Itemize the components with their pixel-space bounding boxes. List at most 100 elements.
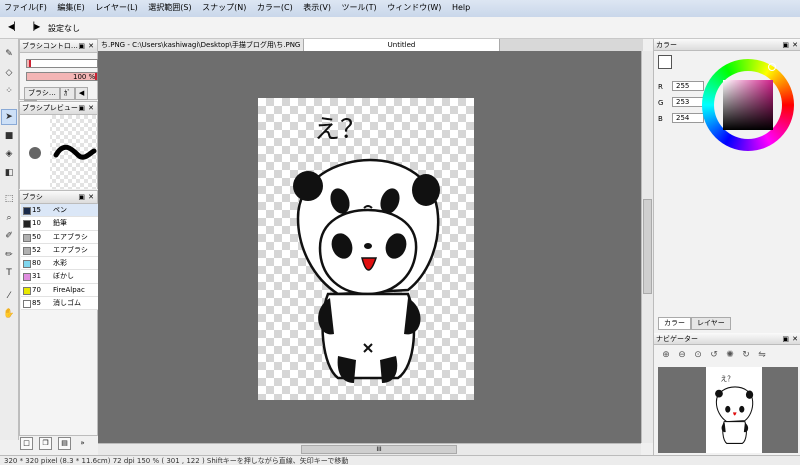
brush-name: エアブラシ xyxy=(53,245,88,254)
brush-list-panel: ブラシ ▣ ✕ 15 ペン 10 鉛筆 50 エアブラシ 52 エアブラシ 80 水彩 31 ぼかし 7… xyxy=(19,190,101,436)
menu-window[interactable]: ウィンドウ(W) xyxy=(383,0,445,13)
vertical-scroll-thumb[interactable] xyxy=(643,199,652,294)
brush-actions: □ ❐ ▤ » xyxy=(20,437,98,453)
menu-selection[interactable]: 選択範囲(S) xyxy=(144,0,195,13)
close-icon[interactable]: ✕ xyxy=(792,39,798,51)
brush-item[interactable]: 50 エアブラシ xyxy=(21,230,101,244)
brush-preview-title: ブラシプレビュー ▣ ✕ xyxy=(20,102,97,115)
select-pen-tool-icon[interactable]: ✏ xyxy=(2,248,16,262)
delete-brush-icon[interactable]: ▤ xyxy=(58,437,71,450)
zoom-out-icon[interactable]: ⊖ xyxy=(676,349,688,361)
pin-icon[interactable]: ▣ xyxy=(78,40,85,52)
brush-control-panel: ブラシコントロ… ▣ ✕ 15 100 % ブラシ…ｶﾞ◀▶ xyxy=(19,39,111,113)
zoom-fit-icon[interactable]: ⊙ xyxy=(692,349,704,361)
new-brush-icon[interactable]: □ xyxy=(20,437,33,450)
eraser-tool-icon[interactable]: ◇ xyxy=(2,66,16,80)
dots-tool-icon[interactable]: ⁘ xyxy=(2,84,16,98)
brush-color-swatch xyxy=(23,233,31,242)
status-bar: 320 * 320 pixel (8.3 * 11.6cm) 72 dpi 15… xyxy=(0,455,800,465)
brush-item[interactable]: 85 消しゴム xyxy=(21,297,101,311)
flip-icon[interactable]: ⇋ xyxy=(756,349,768,361)
pin-icon[interactable]: ▣ xyxy=(782,333,789,345)
brush-opacity-value: 100 % xyxy=(73,73,96,81)
close-icon[interactable]: ✕ xyxy=(88,102,94,114)
brush-color-swatch xyxy=(23,260,31,269)
tab-brush[interactable]: ブラシ… xyxy=(24,87,60,100)
foreground-color-swatch[interactable] xyxy=(658,55,672,69)
pin-icon[interactable]: ▣ xyxy=(78,191,85,203)
brush-name: 水彩 xyxy=(53,259,67,268)
more-icon[interactable]: » xyxy=(77,438,88,449)
horizontal-scroll-thumb[interactable]: III xyxy=(301,445,457,454)
menu-layer[interactable]: レイヤー(L) xyxy=(91,0,141,13)
menu-tool[interactable]: ツール(T) xyxy=(338,0,381,13)
menu-view[interactable]: 表示(V) xyxy=(299,0,335,13)
navigator-preview[interactable]: え？ xyxy=(658,367,798,453)
toolbar: ◀▏ ▕▶ 設定なし xyxy=(0,17,800,39)
pin-icon[interactable]: ▣ xyxy=(782,39,789,51)
hand-tool-icon[interactable]: ✋ xyxy=(2,307,16,321)
move-tool-icon[interactable]: ➤ xyxy=(1,109,17,125)
brush-opacity-knob[interactable] xyxy=(95,73,97,80)
tab-prev-icon[interactable]: ◀ xyxy=(74,87,89,100)
saturation-value-square[interactable] xyxy=(723,80,773,130)
green-input[interactable]: 253 xyxy=(672,97,704,107)
color-panel-title: カラー ▣ ✕ xyxy=(654,39,800,51)
snap-next-icon[interactable]: ▕▶ xyxy=(28,21,40,33)
lasso-tool-icon[interactable]: ⌕ xyxy=(2,211,16,225)
brush-list-title-text: ブラシ xyxy=(22,193,43,201)
tab-color[interactable]: カラー xyxy=(658,317,691,330)
menu-file[interactable]: ファイル(F) xyxy=(0,0,51,13)
tab-layer[interactable]: レイヤー xyxy=(691,317,731,330)
close-icon[interactable]: ✕ xyxy=(88,191,94,203)
brush-size-slider[interactable] xyxy=(26,59,98,68)
bucket-tool-icon[interactable]: ◈ xyxy=(2,147,16,161)
close-icon[interactable]: ✕ xyxy=(88,40,94,52)
rotate-left-icon[interactable]: ↺ xyxy=(708,349,720,361)
brush-item[interactable]: 15 ペン xyxy=(21,204,101,218)
text-tool-icon[interactable]: T xyxy=(2,266,16,280)
canvas-text: え？ xyxy=(314,115,366,145)
menu-edit[interactable]: 編集(E) xyxy=(53,0,88,13)
menu-color[interactable]: カラー(C) xyxy=(253,0,297,13)
snap-prev-icon[interactable]: ◀▏ xyxy=(8,21,20,33)
select-rect-tool-icon[interactable]: ⬚ xyxy=(2,192,16,206)
brush-color-swatch xyxy=(23,300,31,309)
menu-help[interactable]: Help xyxy=(448,1,474,12)
drawing-canvas[interactable]: え？ xyxy=(258,98,474,400)
brush-item[interactable]: 31 ぼかし xyxy=(21,270,101,284)
pen-tool-icon[interactable]: ✎ xyxy=(2,47,16,61)
close-icon[interactable]: ✕ xyxy=(792,333,798,345)
eyedropper-tool-icon[interactable]: ⁄ xyxy=(2,289,16,303)
fill-rect-tool-icon[interactable]: ■ xyxy=(2,129,16,143)
gradient-tool-icon[interactable]: ◧ xyxy=(2,166,16,180)
navigator-thumb-text: え？ xyxy=(721,375,734,383)
brush-control-title-text: ブラシコントロ… xyxy=(22,42,78,50)
zoom-in-icon[interactable]: ⊕ xyxy=(660,349,672,361)
blue-input[interactable]: 254 xyxy=(672,113,704,123)
brush-item[interactable]: 70 FireAlpac xyxy=(21,283,101,298)
vertical-scrollbar[interactable] xyxy=(641,51,653,443)
tab-document-file[interactable]: ち.PNG - C:\Users\kashiwagi\Desktop\手描ブログ… xyxy=(98,39,304,51)
hue-marker[interactable] xyxy=(768,63,776,71)
tab-document-untitled[interactable]: Untitled xyxy=(304,39,500,51)
magic-wand-tool-icon[interactable]: ✐ xyxy=(2,229,16,243)
tab-other[interactable]: ｶﾞ xyxy=(59,87,75,100)
color-wheel[interactable] xyxy=(702,59,794,151)
brush-item[interactable]: 52 エアブラシ xyxy=(21,243,101,258)
brush-item[interactable]: 10 鉛筆 xyxy=(21,217,101,231)
red-input[interactable]: 255 xyxy=(672,81,704,91)
panda-drawing[interactable]: え？ xyxy=(258,98,474,400)
brush-size: 10 xyxy=(32,219,41,228)
rotate-reset-icon[interactable]: ✺ xyxy=(724,349,736,361)
brush-item[interactable]: 80 水彩 xyxy=(21,257,101,271)
copy-brush-icon[interactable]: ❐ xyxy=(39,437,52,450)
snap-setting-label[interactable]: 設定なし xyxy=(48,23,80,34)
brush-size-knob[interactable] xyxy=(29,60,32,67)
brush-size: 31 xyxy=(32,272,41,281)
brush-name: 鉛筆 xyxy=(53,219,67,228)
rotate-right-icon[interactable]: ↻ xyxy=(740,349,752,361)
navigator-toolbar: ⊕ ⊖ ⊙ ↺ ✺ ↻ ⇋ xyxy=(660,349,772,361)
pin-icon[interactable]: ▣ xyxy=(78,102,85,114)
menu-snap[interactable]: スナップ(N) xyxy=(198,0,250,13)
